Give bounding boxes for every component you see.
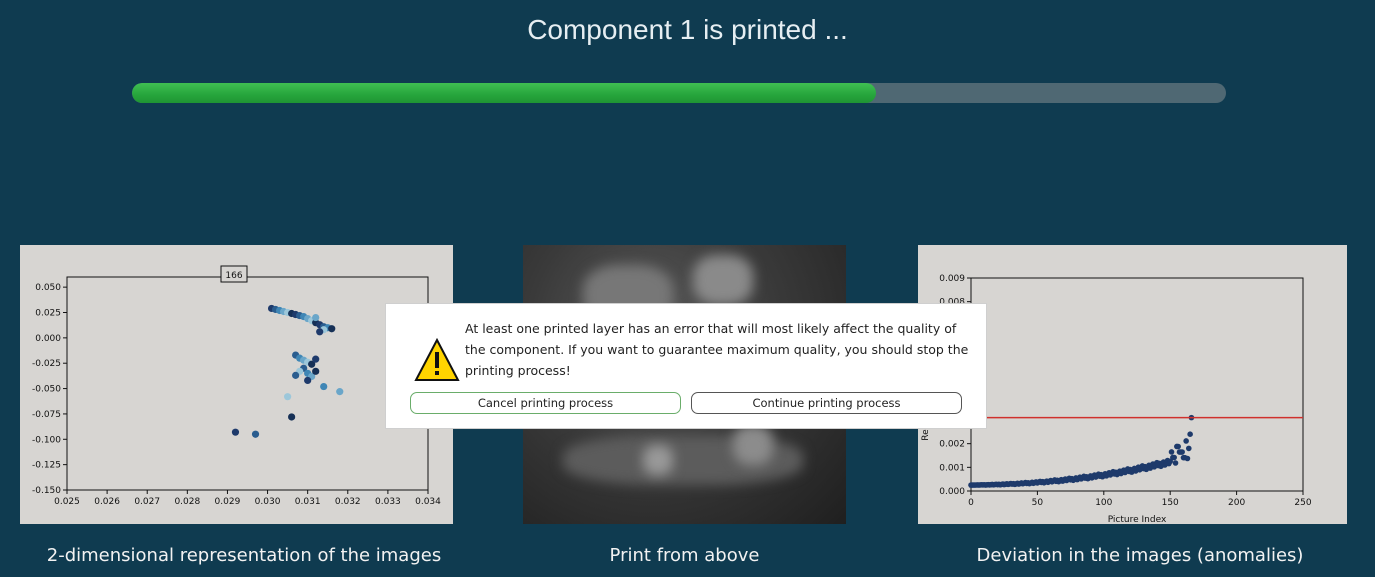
warning-dialog: At least one printed layer has an error … [386, 304, 986, 428]
y-tick-label: 0.000 [939, 487, 965, 497]
anomaly-point [1172, 460, 1179, 466]
x-tick-label: 0.032 [335, 497, 361, 507]
y-tick-label: -0.075 [32, 410, 61, 420]
plot-frame [970, 277, 1304, 492]
scatter-point [312, 313, 320, 322]
plot-frame [66, 276, 429, 491]
y-tick-label: 0.000 [35, 334, 61, 344]
cancel-printing-button[interactable]: Cancel printing process [410, 392, 681, 414]
scatter-point [316, 328, 324, 336]
scatter-point [320, 382, 328, 391]
anomaly-point [1187, 431, 1193, 437]
x-tick-label: 0.034 [415, 497, 441, 507]
x-tick-label: 0.033 [375, 497, 401, 507]
anomaly-point [1179, 449, 1185, 455]
x-tick-label: 0.030 [255, 497, 281, 507]
x-tick-label: 200 [1228, 498, 1245, 508]
continue-printing-button[interactable]: Continue printing process [691, 392, 962, 414]
warning-message: At least one printed layer has an error … [465, 321, 969, 378]
anomaly-point [1168, 449, 1175, 455]
y-tick-label: -0.125 [32, 461, 61, 471]
x-tick-label: 0 [968, 498, 974, 508]
x-tick-label: 150 [1162, 498, 1179, 508]
scatter-point [251, 430, 260, 438]
caption-middle: Print from above [609, 545, 760, 566]
annotation-label: 166 [225, 271, 242, 281]
anomaly-point [1184, 455, 1191, 462]
x-tick-label: 50 [1032, 498, 1044, 508]
anomaly-point [1185, 445, 1192, 452]
x-tick-label: 100 [1095, 498, 1112, 508]
scatter-point [312, 367, 320, 375]
y-tick-label: 0.002 [939, 440, 965, 450]
x-tick-label: 0.026 [94, 497, 120, 507]
scatter-point [328, 325, 336, 333]
x-axis-label: Picture Index [1108, 515, 1167, 524]
scatter-point [312, 355, 320, 363]
anomaly-point [1183, 438, 1189, 444]
y-tick-label: -0.025 [32, 359, 61, 369]
x-tick-label: 0.029 [215, 497, 241, 507]
progress-fill [132, 83, 876, 103]
scatter-point [336, 388, 344, 396]
progress-bar [132, 83, 1226, 103]
x-tick-label: 0.027 [134, 497, 160, 507]
y-axis-label: Re [921, 429, 931, 441]
y-tick-label: -0.050 [32, 385, 61, 395]
scatter-point [231, 428, 240, 436]
caption-right: Deviation in the images (anomalies) [976, 545, 1304, 566]
x-tick-label: 250 [1294, 498, 1311, 508]
y-tick-label: -0.100 [32, 435, 61, 445]
page-title: Component 1 is printed ... [527, 14, 848, 45]
warning-triangle-icon [414, 338, 460, 381]
x-tick-label: 0.025 [54, 497, 80, 507]
anomaly-point [1175, 443, 1181, 450]
y-tick-label: 0.009 [939, 274, 965, 284]
y-tick-label: 0.050 [35, 283, 61, 293]
y-tick-label: 0.001 [939, 463, 965, 473]
scatter-point [288, 413, 296, 421]
caption-left: 2-dimensional representation of the imag… [46, 545, 442, 566]
scatter-point [284, 393, 292, 401]
y-tick-label: -0.150 [32, 486, 61, 496]
x-tick-label: 0.028 [174, 497, 200, 507]
scatter-point [292, 371, 300, 379]
x-tick-label: 0.031 [295, 497, 321, 507]
y-tick-label: 0.025 [35, 309, 61, 319]
scatter-point [304, 376, 312, 385]
anomaly-point [1171, 454, 1177, 461]
